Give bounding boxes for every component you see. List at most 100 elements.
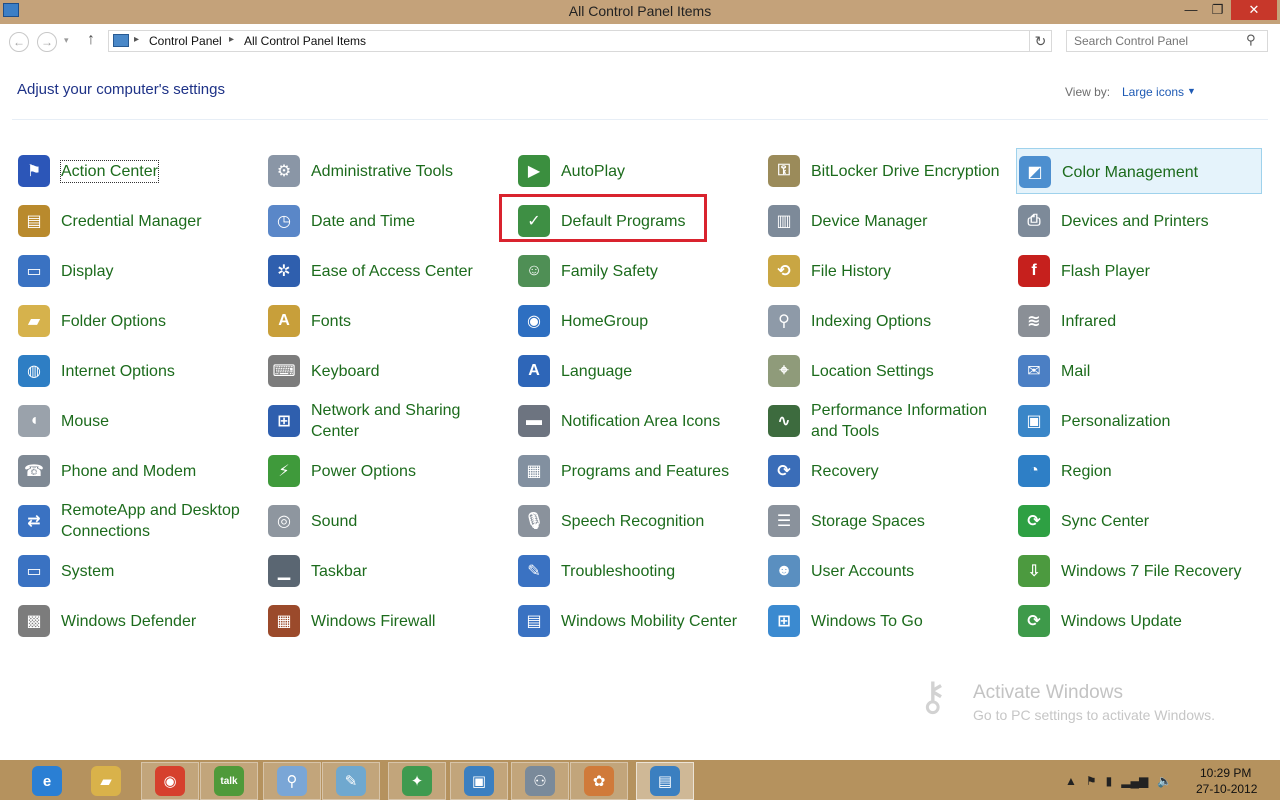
item-label: Credential Manager	[61, 198, 257, 244]
control-panel-item[interactable]: ▰ Folder Options	[16, 298, 262, 344]
control-panel-item[interactable]: ▤ Credential Manager	[16, 198, 262, 244]
control-panel-item[interactable]: ⟲ File History	[766, 248, 1012, 294]
control-panel-item[interactable]: ◩ Color Management	[1016, 148, 1262, 194]
battery-icon[interactable]: ▮	[1106, 774, 1113, 788]
control-panel-item[interactable]: ▁ Taskbar	[266, 548, 512, 594]
taskbar-app[interactable]: ▣	[450, 762, 508, 800]
control-panel-item[interactable]: ▦ Programs and Features	[516, 448, 762, 494]
control-panel-item[interactable]: ⊞ Network and Sharing Center	[266, 398, 512, 444]
control-panel-item[interactable]: ⇄ RemoteApp and Desktop Connections	[16, 498, 262, 544]
control-panel-item[interactable]: ⚡ Power Options	[266, 448, 512, 494]
taskbar-app[interactable]: ◉	[141, 762, 199, 800]
control-panel-item[interactable]: ⚲ Indexing Options	[766, 298, 1012, 344]
breadcrumb-control-panel[interactable]: Control Panel	[149, 34, 222, 48]
control-panel-item[interactable]: 🎙 Speech Recognition	[516, 498, 762, 544]
breadcrumb-separator[interactable]: ▸	[134, 34, 139, 45]
view-by-dropdown[interactable]: Large icons	[1122, 85, 1184, 99]
control-panel-item[interactable]: ⎙ Devices and Printers	[1016, 198, 1262, 244]
back-button[interactable]: ←	[9, 32, 29, 52]
control-panel-item[interactable]: f Flash Player	[1016, 248, 1262, 294]
control-panel-item[interactable]: ☎ Phone and Modem	[16, 448, 262, 494]
taskbar-app[interactable]: ✦	[388, 762, 446, 800]
taskbar-app[interactable]: ✿	[570, 762, 628, 800]
control-panel-item[interactable]: ▬ Notification Area Icons	[516, 398, 762, 444]
control-panel-item[interactable]: ∿ Performance Information and Tools	[766, 398, 1012, 444]
chevron-down-icon[interactable]: ▼	[1187, 86, 1196, 96]
clock-date[interactable]: 27-10-2012	[1196, 782, 1257, 796]
control-panel-item[interactable]: ✲ Ease of Access Center	[266, 248, 512, 294]
control-panel-item[interactable]: ≋ Infrared	[1016, 298, 1262, 344]
signal-icon[interactable]: ▂▄▆	[1121, 774, 1148, 788]
control-panel-item[interactable]: ◎ Sound	[266, 498, 512, 544]
control-panel-item[interactable]: ⌖ Location Settings	[766, 348, 1012, 394]
search-input[interactable]	[1066, 30, 1268, 52]
address-bar[interactable]: ▸ Control Panel ▸ All Control Panel Item…	[108, 30, 1128, 52]
item-label-text: Default Programs	[561, 212, 686, 230]
close-button[interactable]: ✕	[1231, 0, 1277, 20]
item-label-text: Windows Update	[1061, 612, 1182, 630]
taskbar-app[interactable]: ▤	[636, 762, 694, 800]
control-panel-item[interactable]: ⟳ Sync Center	[1016, 498, 1262, 544]
control-panel-item[interactable]: ▭ Display	[16, 248, 262, 294]
item-label-text: Storage Spaces	[811, 512, 925, 530]
control-panel-item[interactable]: ⇩ Windows 7 File Recovery	[1016, 548, 1262, 594]
control-panel-item[interactable]: ▦ Windows Firewall	[266, 598, 512, 644]
item-label-text: Fonts	[311, 312, 352, 330]
control-panel-item[interactable]: A Fonts	[266, 298, 512, 344]
restore-button[interactable]: ❐	[1204, 0, 1231, 20]
up-button[interactable]: ↑	[87, 31, 95, 49]
control-panel-item[interactable]: ⊞ Windows To Go	[766, 598, 1012, 644]
clock-time[interactable]: 10:29 PM	[1200, 766, 1251, 780]
control-panel-item[interactable]: ☰ Storage Spaces	[766, 498, 1012, 544]
taskbar-app[interactable]: ▰	[77, 762, 135, 800]
control-panel-item[interactable]: ▣ Personalization	[1016, 398, 1262, 444]
item-label-text: Personalization	[1061, 412, 1171, 430]
control-panel-item[interactable]: ◖ Mouse	[16, 398, 262, 444]
control-panel-item[interactable]: ◔ Region	[1016, 448, 1262, 494]
breadcrumb-separator[interactable]: ▸	[229, 34, 234, 45]
control-panel-item[interactable]: ⚙ Administrative Tools	[266, 148, 512, 194]
control-panel-item[interactable]: ⚿ BitLocker Drive Encryption	[766, 148, 1012, 194]
control-panel-item[interactable]: ◉ HomeGroup	[516, 298, 762, 344]
control-panel-item[interactable]: ☻ User Accounts	[766, 548, 1012, 594]
volume-icon[interactable]: 🔈	[1157, 774, 1172, 788]
taskbar-app[interactable]: talk	[200, 762, 258, 800]
item-label-text: AutoPlay	[561, 162, 626, 180]
recent-locations-button[interactable]: ▾	[64, 35, 69, 46]
minimize-button[interactable]: —	[1178, 0, 1204, 20]
forward-button[interactable]: →	[37, 32, 57, 52]
flag-icon: ⚑	[18, 155, 50, 187]
control-panel-item[interactable]: ◷ Date and Time	[266, 198, 512, 244]
control-panel-item[interactable]: ⚑ Action Center	[16, 148, 262, 194]
control-panel-item[interactable]: ✉ Mail	[1016, 348, 1262, 394]
control-panel-item[interactable]: ◍ Internet Options	[16, 348, 262, 394]
taskbar-app[interactable]: ⚇	[511, 762, 569, 800]
item-label-text: File History	[811, 262, 892, 280]
item-label-text: Sync Center	[1061, 512, 1150, 530]
control-panel-item[interactable]: ▶ AutoPlay	[516, 148, 762, 194]
item-label: Language	[561, 348, 757, 394]
control-panel-item[interactable]: ▤ Windows Mobility Center	[516, 598, 762, 644]
item-label: Power Options	[311, 448, 507, 494]
control-panel-item[interactable]: ▭ System	[16, 548, 262, 594]
search-icon[interactable]: ⚲	[1246, 32, 1256, 48]
refresh-button[interactable]: ↻	[1030, 30, 1052, 52]
control-panel-item[interactable]: ✎ Troubleshooting	[516, 548, 762, 594]
taskbar-app[interactable]: e	[18, 762, 76, 800]
item-label-text: Performance Information and Tools	[811, 402, 988, 440]
taskbar-app[interactable]: ✎	[322, 762, 380, 800]
item-label: RemoteApp and Desktop Connections	[61, 498, 257, 544]
control-panel-item[interactable]: ✓ Default Programs	[516, 198, 762, 244]
action-center-flag-icon[interactable]: ⚑	[1086, 774, 1097, 788]
control-panel-item[interactable]: ▥ Device Manager	[766, 198, 1012, 244]
taskbar-app[interactable]: ⚲	[263, 762, 321, 800]
control-panel-item[interactable]: ⟳ Recovery	[766, 448, 1012, 494]
control-panel-item[interactable]: ☺ Family Safety	[516, 248, 762, 294]
control-panel-item[interactable]: ▩ Windows Defender	[16, 598, 262, 644]
control-panel-item[interactable]: ⌨ Keyboard	[266, 348, 512, 394]
breadcrumb-all-items[interactable]: All Control Panel Items	[244, 34, 366, 48]
show-hidden-icons-icon[interactable]: ▲	[1065, 774, 1077, 788]
control-panel-item[interactable]: A Language	[516, 348, 762, 394]
item-label-text: Phone and Modem	[61, 462, 197, 480]
control-panel-item[interactable]: ⟳ Windows Update	[1016, 598, 1262, 644]
